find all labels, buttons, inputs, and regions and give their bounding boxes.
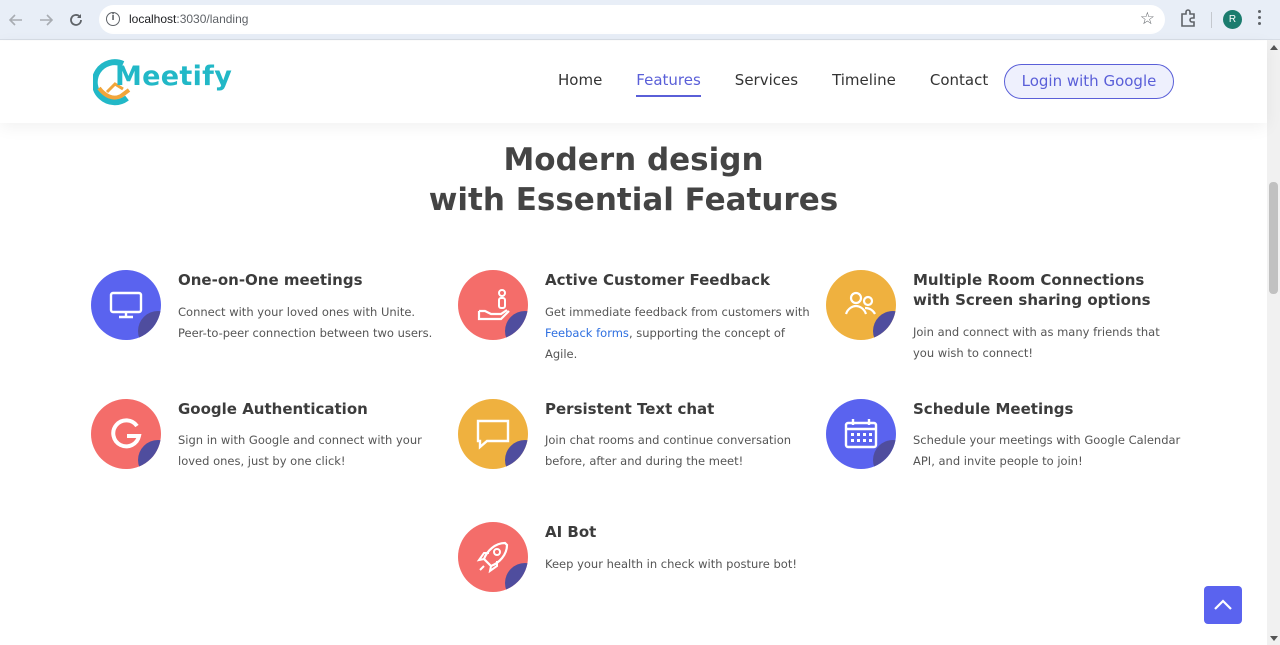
feedback-forms-link[interactable]: Feeback forms — [545, 326, 629, 340]
hand-feedback-icon — [477, 289, 510, 321]
feature-multiple-rooms: Multiple Room Connections with Screen sh… — [826, 270, 1166, 370]
calendar-icon — [844, 419, 878, 449]
scroll-down-arrow-icon[interactable] — [1270, 636, 1278, 641]
nav-services[interactable]: Services — [735, 71, 798, 95]
browser-menu-icon[interactable] — [1258, 10, 1262, 30]
rocket-icon — [476, 541, 509, 574]
back-to-top-button[interactable] — [1204, 586, 1242, 624]
feature-title: Active Customer Feedback — [545, 271, 770, 289]
meetify-logo[interactable]: Meetify — [93, 56, 232, 108]
browser-toolbar: i localhost:3030/landing ☆ R — [0, 0, 1280, 40]
profile-avatar[interactable]: R — [1223, 10, 1242, 29]
feature-description: Keep your health in check with posture b… — [545, 557, 797, 571]
monitor-icon — [109, 291, 143, 319]
page-scrollbar[interactable] — [1267, 40, 1280, 645]
feature-description: Connect with your loved ones with Unite.… — [178, 305, 433, 340]
main-navigation: Home Features Services Timeline Contact — [558, 71, 1022, 97]
feature-description: Get immediate feedback from customers wi… — [545, 305, 810, 361]
feature-icon-circle — [458, 522, 528, 592]
feature-description: Join and connect with as many friends th… — [913, 325, 1160, 360]
feature-title: Persistent Text chat — [545, 400, 715, 418]
logo-text: Meetify — [115, 61, 233, 92]
site-info-icon[interactable]: i — [106, 12, 120, 26]
nav-features[interactable]: Features — [636, 71, 701, 97]
feature-description: Sign in with Google and connect with you… — [178, 433, 422, 468]
feature-title: Google Authentication — [178, 400, 368, 418]
headline-line-2: with Essential Features — [428, 182, 839, 218]
nav-timeline[interactable]: Timeline — [832, 71, 896, 95]
chat-bubble-icon — [476, 419, 510, 450]
feature-google-auth: Google Authentication Sign in with Googl… — [91, 399, 431, 479]
scroll-up-arrow-icon[interactable] — [1270, 45, 1278, 50]
nav-home[interactable]: Home — [558, 71, 602, 95]
feature-ai-bot: AI Bot Keep your health in check with po… — [458, 522, 798, 594]
feature-title: Schedule Meetings — [913, 400, 1074, 418]
feature-icon-circle — [826, 270, 896, 340]
reload-icon[interactable] — [64, 8, 88, 32]
feature-customer-feedback: Active Customer Feedback Get immediate f… — [458, 270, 810, 370]
nav-contact[interactable]: Contact — [930, 71, 988, 95]
extensions-icon[interactable] — [1179, 9, 1197, 27]
feature-description: Join chat rooms and continue conversatio… — [545, 433, 792, 468]
toolbar-separator — [1211, 12, 1212, 28]
feature-title: One-on-One meetings — [178, 271, 363, 289]
section-headline: Modern design with Essential Features — [0, 140, 1267, 220]
scrollbar-thumb[interactable] — [1269, 182, 1278, 294]
feature-schedule-meetings: Schedule Meetings Schedule your meetings… — [826, 399, 1180, 479]
back-arrow-icon[interactable] — [4, 8, 28, 32]
feature-description: Schedule your meetings with Google Calen… — [913, 433, 1181, 468]
feature-text-chat: Persistent Text chat Join chat rooms and… — [458, 399, 798, 479]
google-g-icon — [111, 418, 142, 449]
feature-icon-circle — [91, 399, 161, 469]
site-header: Meetify Home Features Services Timeline … — [0, 41, 1267, 123]
headline-line-1: Modern design — [503, 142, 764, 178]
chevron-up-icon — [1214, 599, 1232, 610]
feature-icon-circle — [458, 399, 528, 469]
feature-icon-circle — [458, 270, 528, 340]
login-with-google-button[interactable]: Login with Google — [1004, 64, 1174, 99]
forward-arrow-icon[interactable] — [34, 8, 58, 32]
bookmark-star-icon[interactable]: ☆ — [1140, 9, 1155, 29]
feature-title: Multiple Room Connections with Screen sh… — [913, 271, 1151, 309]
users-icon — [844, 291, 876, 315]
address-bar[interactable]: i localhost:3030/landing ☆ — [99, 5, 1165, 34]
feature-icon-circle — [826, 399, 896, 469]
url-text: localhost:3030/landing — [129, 12, 249, 26]
feature-one-on-one: One-on-One meetings Connect with your lo… — [91, 270, 432, 370]
feature-title: AI Bot — [545, 523, 597, 541]
feature-icon-circle — [91, 270, 161, 340]
